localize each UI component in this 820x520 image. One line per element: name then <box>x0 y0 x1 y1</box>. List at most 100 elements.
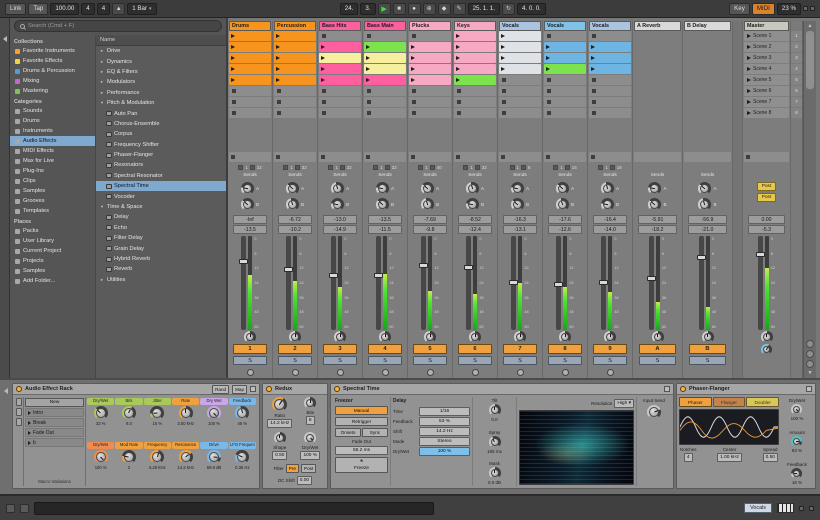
macro-knob-frequency[interactable] <box>150 450 164 464</box>
clip-slot[interactable] <box>409 42 451 52</box>
macro-knob-feedback[interactable] <box>235 406 249 420</box>
solo-button[interactable]: S <box>458 356 492 365</box>
hot-swap-icon[interactable] <box>250 386 256 392</box>
filter-post-button[interactable]: Post <box>301 464 316 473</box>
variation-intro[interactable]: Intro <box>25 408 84 417</box>
clip-slot[interactable] <box>454 53 496 63</box>
center-value[interactable]: 1.00 kHz <box>717 453 742 462</box>
device-on-toggle[interactable] <box>266 386 272 392</box>
loop-start-field[interactable]: 25. 1. 1. <box>468 3 500 15</box>
tree-item-pitch-modulation[interactable]: ▾Pitch & Modulation <box>96 98 226 108</box>
midi-map-button[interactable]: MIDI <box>752 3 775 15</box>
arm-button[interactable] <box>292 369 299 376</box>
loop-switch[interactable]: ↻ <box>502 3 515 15</box>
device-collapse-icon[interactable] <box>4 388 8 394</box>
track-header[interactable]: Vocals <box>544 21 586 31</box>
clip-slot[interactable] <box>454 42 496 52</box>
track-header[interactable]: Keys <box>454 21 496 31</box>
show-device-view-button[interactable] <box>20 504 29 513</box>
macro-knob-lfo-frequen[interactable] <box>235 450 249 464</box>
clip-slot[interactable] <box>544 53 586 63</box>
clip-stop-button[interactable] <box>364 108 406 118</box>
clip-slot[interactable] <box>499 64 541 74</box>
variation-launch-icon[interactable] <box>28 411 31 415</box>
sidebar-item-current-project[interactable]: Current Project <box>10 246 95 256</box>
pan-knob[interactable] <box>761 331 773 343</box>
send-b-knob[interactable] <box>241 198 254 211</box>
tree-item-phaser-flanger[interactable]: Phaser-Flanger <box>96 150 226 160</box>
hot-swap-icon[interactable] <box>664 386 670 392</box>
clip-slot[interactable] <box>274 75 316 85</box>
clip-slot[interactable] <box>499 42 541 52</box>
arrangement-position-beats[interactable]: 3. <box>360 3 375 15</box>
scroll-up-icon[interactable]: ▲ <box>808 23 813 29</box>
clip-slot[interactable] <box>589 42 631 52</box>
volume-fader[interactable] <box>376 236 381 330</box>
freeze-button[interactable]: * Freeze <box>335 457 388 473</box>
track-activator[interactable]: 9 <box>593 344 627 354</box>
metronome-icon[interactable]: ▲ <box>112 3 125 15</box>
show-macros-toggle[interactable] <box>16 398 22 406</box>
fader-handle[interactable] <box>374 273 383 278</box>
device-on-toggle[interactable] <box>680 386 686 392</box>
clip-stop-button[interactable] <box>544 97 586 107</box>
scene-slot[interactable]: Scene 8 <box>744 108 789 118</box>
track-activator[interactable]: 5 <box>413 344 447 354</box>
scene-slot[interactable]: Scene 7 <box>744 97 789 107</box>
clip-stop-button[interactable] <box>544 31 586 41</box>
cue-volume-knob[interactable] <box>761 344 772 355</box>
input-send-knob[interactable] <box>647 405 661 419</box>
overdub-button[interactable]: ⊕ <box>423 3 436 15</box>
dc-shift-value[interactable]: 0.00 <box>297 476 312 485</box>
clip-stop-button[interactable] <box>409 108 451 118</box>
fader-handle[interactable] <box>464 265 473 270</box>
solo-button[interactable]: S <box>368 356 402 365</box>
clip-slot[interactable] <box>499 53 541 63</box>
dry-wet-value[interactable]: 100 % <box>300 451 320 460</box>
filter-pre-button[interactable]: Pre <box>286 464 299 473</box>
fader-handle[interactable] <box>284 267 293 272</box>
clip-stop-button[interactable] <box>274 86 316 96</box>
volume-fader[interactable] <box>758 236 763 330</box>
bits-knob[interactable] <box>304 397 316 409</box>
feedback-knob[interactable] <box>791 468 802 479</box>
scene-number[interactable]: 8 <box>791 108 802 118</box>
track-activator[interactable]: 2 <box>278 344 312 354</box>
clip-stop-button[interactable] <box>499 75 541 85</box>
fader-handle[interactable] <box>697 255 706 260</box>
send-b-knob[interactable] <box>421 198 434 211</box>
volume-value[interactable]: -8.52 <box>458 215 492 224</box>
scene-number[interactable]: 6 <box>791 86 802 96</box>
clip-stop-button[interactable] <box>364 31 406 41</box>
send-a-knob[interactable] <box>556 182 569 195</box>
volume-fader[interactable] <box>649 236 654 330</box>
solo-button[interactable]: S <box>548 356 582 365</box>
ratio-value[interactable]: 14.2 kHz <box>267 419 292 428</box>
sidebar-item-mixing[interactable]: Mixing <box>10 76 95 86</box>
fader-handle[interactable] <box>756 252 765 257</box>
track-activator[interactable]: B <box>689 344 727 354</box>
sidebar-item-midi-effects[interactable]: MIDI Effects <box>10 146 95 156</box>
track-activator[interactable]: A <box>639 344 677 354</box>
shape-value[interactable]: 0.50 <box>272 451 287 460</box>
arm-button[interactable] <box>247 369 254 376</box>
clip-slot[interactable] <box>409 75 451 85</box>
shape-knob[interactable] <box>274 432 286 444</box>
computer-midi-keyboard-toggle[interactable] <box>777 503 794 513</box>
clip-slot[interactable] <box>364 42 406 52</box>
clip-slot[interactable] <box>409 64 451 74</box>
track-activator[interactable]: 7 <box>503 344 537 354</box>
send-a-knob[interactable] <box>601 182 614 195</box>
clip-slot[interactable] <box>364 75 406 85</box>
send-b-knob[interactable] <box>648 198 661 211</box>
send-a-knob[interactable] <box>698 182 711 195</box>
bits-value[interactable]: 8 <box>306 416 315 425</box>
clip-slot[interactable] <box>274 64 316 74</box>
volume-fader[interactable] <box>331 236 336 330</box>
session-scrollbar[interactable]: ▲ ▼ <box>803 21 816 378</box>
new-variation-button[interactable]: New <box>25 398 84 407</box>
scene-number[interactable]: 1 <box>791 31 802 41</box>
clip-slot[interactable] <box>274 31 316 41</box>
link-button[interactable]: Link <box>5 3 26 15</box>
browser-collapse-icon[interactable] <box>3 36 7 42</box>
